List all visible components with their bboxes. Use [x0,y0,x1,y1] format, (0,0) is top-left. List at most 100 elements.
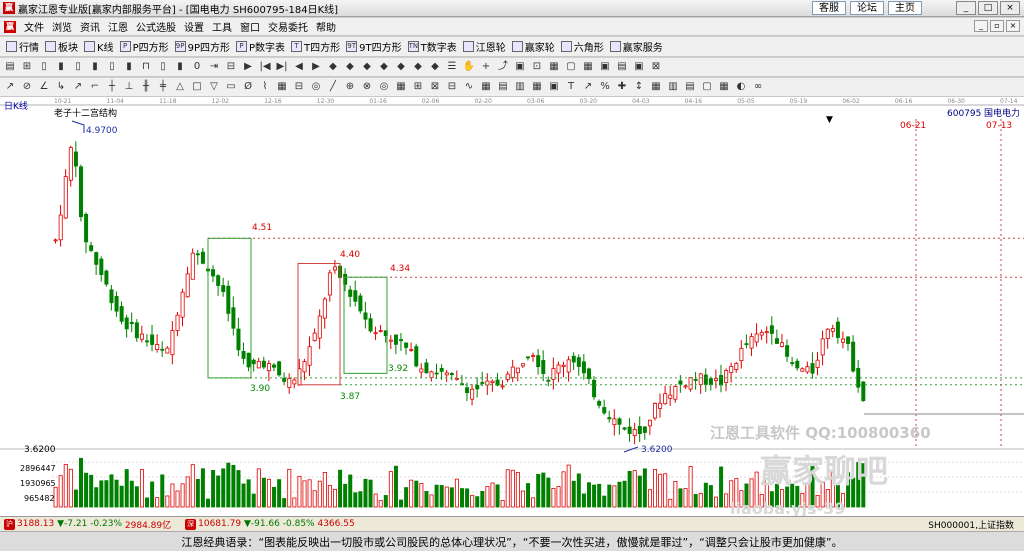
minimize-button[interactable]: _ [956,1,976,15]
menu-tools[interactable]: 工具 [208,19,236,34]
tb2-tool-icon-26[interactable]: ☰ [445,60,459,74]
tb3-tool-icon-32[interactable]: ▣ [547,80,561,94]
tb3-tool-icon-7[interactable]: ⊥ [122,80,136,94]
menu-trade[interactable]: 交易委托 [264,19,312,34]
close-button[interactable]: × [1000,1,1020,15]
tb3-tool-icon-16[interactable]: ▦ [275,80,289,94]
tb3-tool-icon-14[interactable]: Ø [241,80,255,94]
tb3-tool-icon-29[interactable]: ▤ [496,80,510,94]
tb3-tool-icon-40[interactable]: ▤ [683,80,697,94]
tb3-tool-icon-35[interactable]: % [598,80,612,94]
tb2-tool-icon-3[interactable]: ▮ [54,60,68,74]
menu-window[interactable]: 窗口 [236,19,264,34]
tb3-tool-icon-38[interactable]: ▦ [649,80,663,94]
tb2-tool-icon-13[interactable]: ⊟ [224,60,238,74]
mdi-restore-button[interactable]: ▫ [990,20,1004,32]
menu-help[interactable]: 帮助 [312,19,340,34]
tb2-tool-icon-1[interactable]: ⊞ [20,60,34,74]
tb3-tool-icon-24[interactable]: ⊞ [411,80,425,94]
tb2-tool-icon-19[interactable]: ◆ [326,60,340,74]
tb2-tool-icon-0[interactable]: ▤ [3,60,17,74]
mdi-close-button[interactable]: × [1006,20,1020,32]
tb3-tool-icon-18[interactable]: ◎ [309,80,323,94]
tb3-tool-icon-2[interactable]: ∠ [37,80,51,94]
tb3-tool-icon-13[interactable]: ▭ [224,80,238,94]
tb3-tool-icon-41[interactable]: ▢ [700,80,714,94]
tb2-tool-icon-27[interactable]: ✋ [462,60,476,74]
tb3-tool-icon-36[interactable]: ✚ [615,80,629,94]
tb2-tool-icon-9[interactable]: ▯ [156,60,170,74]
menu-file[interactable]: 文件 [20,19,48,34]
tb3-tool-icon-10[interactable]: △ [173,80,187,94]
tb3-tool-icon-42[interactable]: ▦ [717,80,731,94]
maximize-button[interactable]: □ [978,1,998,15]
tb2-tool-icon-12[interactable]: ⇥ [207,60,221,74]
tb2-tool-icon-35[interactable]: ▣ [598,60,612,74]
sz-index-segment[interactable]: 深 10681.79 ▼-91.66 -0.85% 4366.55 [185,518,355,530]
tb3-tool-icon-8[interactable]: ╫ [139,80,153,94]
kline-chart-area[interactable]: 10-21 11-04 11-18 12-02 12-16 12-30 01-16 02-06… [0,97,1024,516]
tb3-tool-icon-11[interactable]: □ [190,80,204,94]
tb2-tool-icon-37[interactable]: ▣ [632,60,646,74]
tb3-tool-icon-19[interactable]: ╱ [326,80,340,94]
tb3-tool-icon-12[interactable]: ▽ [207,80,221,94]
menu-browse[interactable]: 浏览 [48,19,76,34]
tb3-tool-icon-34[interactable]: ↗ [581,80,595,94]
tb2-tool-icon-17[interactable]: ◀ [292,60,306,74]
tb2-tool-icon-33[interactable]: ▢ [564,60,578,74]
tb3-tool-icon-22[interactable]: ◎ [377,80,391,94]
tb2-tool-icon-14[interactable]: ▶ [241,60,255,74]
tb3-tool-icon-37[interactable]: ↕ [632,80,646,94]
tb3-tool-icon-39[interactable]: ▥ [666,80,680,94]
tb3-tool-icon-9[interactable]: ╪ [156,80,170,94]
menu-formula[interactable]: 公式选股 [132,19,180,34]
tb2-tool-icon-28[interactable]: + [479,60,493,74]
toolbar-item-12[interactable]: 赢家服务 [609,39,663,54]
tb3-tool-icon-44[interactable]: ∞ [751,80,765,94]
tb3-tool-icon-1[interactable]: ⊘ [20,80,34,94]
toolbar-item-1[interactable]: 板块 [45,39,78,54]
tb3-tool-icon-43[interactable]: ◐ [734,80,748,94]
toolbar-item-8[interactable]: TN T数字表 [407,39,457,54]
tb2-tool-icon-24[interactable]: ◆ [411,60,425,74]
toolbar-item-9[interactable]: 江恩轮 [462,39,506,54]
menu-gann[interactable]: 江恩 [104,19,132,34]
link-home[interactable]: 主页 [888,1,922,15]
tb3-tool-icon-4[interactable]: ↗ [71,80,85,94]
tb3-tool-icon-27[interactable]: ∿ [462,80,476,94]
tb2-tool-icon-34[interactable]: ▦ [581,60,595,74]
tb3-tool-icon-33[interactable]: T [564,80,578,94]
toolbar-item-4[interactable]: 9P 9P四方形 [174,39,230,54]
tb2-tool-icon-5[interactable]: ▮ [88,60,102,74]
tb3-tool-icon-25[interactable]: ⊠ [428,80,442,94]
tb2-tool-icon-2[interactable]: ▯ [37,60,51,74]
tb2-tool-icon-18[interactable]: ▶ [309,60,323,74]
toolbar-item-10[interactable]: 赢家轮 [511,39,555,54]
tb2-tool-icon-16[interactable]: ▶| [275,60,289,74]
toolbar-item-7[interactable]: 9T 9T四方形 [346,39,402,54]
tb2-tool-icon-7[interactable]: ▮ [122,60,136,74]
tb3-tool-icon-28[interactable]: ▦ [479,80,493,94]
tb3-tool-icon-30[interactable]: ▥ [513,80,527,94]
tb2-tool-icon-22[interactable]: ◆ [377,60,391,74]
toolbar-item-11[interactable]: 六角形 [560,39,604,54]
tb2-tool-icon-25[interactable]: ◆ [428,60,442,74]
chevron-down-icon[interactable]: ▼ [826,115,833,125]
tb3-tool-icon-23[interactable]: ▦ [394,80,408,94]
tb2-tool-icon-23[interactable]: ◆ [394,60,408,74]
toolbar-item-0[interactable]: 行情 [6,39,39,54]
tb2-tool-icon-29[interactable]: ⤴ [496,60,510,74]
tb2-tool-icon-31[interactable]: ⊡ [530,60,544,74]
tb3-tool-icon-20[interactable]: ⊕ [343,80,357,94]
toolbar-item-3[interactable]: P P四方形 [119,39,169,54]
tb2-tool-icon-6[interactable]: ▯ [105,60,119,74]
tb2-tool-icon-15[interactable]: |◀ [258,60,272,74]
tb2-tool-icon-8[interactable]: ⊓ [139,60,153,74]
link-forum[interactable]: 论坛 [850,1,884,15]
link-kefu[interactable]: 客服 [812,1,846,15]
tb2-tool-icon-4[interactable]: ▯ [71,60,85,74]
toolbar-item-2[interactable]: K线 [84,39,114,54]
tb3-tool-icon-26[interactable]: ⊟ [445,80,459,94]
tb3-tool-icon-21[interactable]: ⊗ [360,80,374,94]
tb2-tool-icon-21[interactable]: ◆ [360,60,374,74]
